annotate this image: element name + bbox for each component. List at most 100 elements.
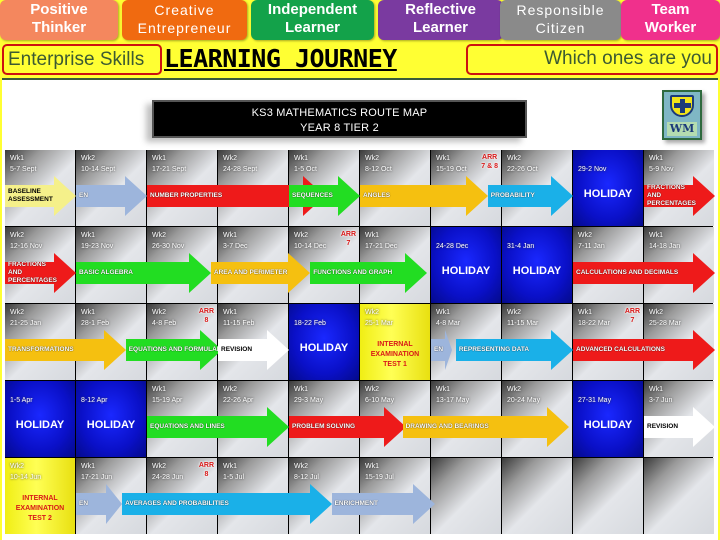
exam-cell: Wk2 10-14 Jun INTERNAL EXAMINATION TEST 2	[5, 458, 75, 534]
topic-label: AVERAGES AND PROBABILITIES	[125, 500, 229, 507]
week-label: Wk2 24-28 Sept	[223, 153, 257, 175]
week-number: Wk2	[507, 309, 521, 316]
week-number: Wk2	[223, 386, 237, 393]
arrow-head-icon	[693, 253, 715, 293]
week-dates: 12-16 Nov	[10, 243, 43, 250]
week-dates: 24-28 Sept	[223, 166, 258, 173]
skill-label-line1: Creative	[154, 2, 215, 18]
topic-label: PROBLEM SOLVING	[292, 423, 356, 430]
skill-positive-thinker: Positive Thinker	[0, 0, 118, 40]
topic-label: BASIC ALGEBRA	[79, 269, 133, 276]
topic-label: ANGLES	[363, 192, 391, 199]
week-number	[507, 461, 509, 472]
arrow-head-icon	[125, 176, 147, 216]
week-label: Wk1 5-9 Nov	[649, 153, 674, 175]
topic-label: REPRESENTING DATA	[458, 346, 530, 353]
week-dates: 20-24 May	[507, 397, 541, 404]
week-number: Wk1	[152, 155, 166, 162]
exam-label-line: TEST 2	[28, 515, 52, 522]
week-dates: 27-31 May	[578, 397, 612, 404]
week-number: Wk1	[436, 386, 450, 393]
exam-label-line: EXAMINATION	[370, 351, 420, 358]
week-number: Wk2	[81, 155, 95, 162]
topic-arrow-en: EN	[76, 176, 147, 216]
arrow-head-icon	[547, 407, 570, 447]
week-dates: 13-17 May	[436, 397, 470, 404]
arr-label: ARR	[198, 308, 214, 315]
holiday-cell: 24-28 Dec HOLIDAY	[431, 227, 501, 303]
week-number: Wk1	[81, 463, 95, 470]
week-label: 24-28 Dec	[436, 230, 468, 252]
exam-label-line: TEST 1	[383, 361, 407, 368]
holiday-label: HOLIDAY	[583, 188, 633, 200]
week-label: Wk2 10-14 Sept	[81, 153, 115, 175]
week-dates: 29-3 May	[294, 397, 324, 404]
topic-arrow-en: EN	[76, 484, 122, 524]
exam-label: INTERNAL EXAMINATION TEST 1	[360, 340, 430, 370]
week-number: Wk2	[507, 386, 521, 393]
week-label: Wk1 17-21 Sept	[152, 153, 186, 175]
arrow-head-icon	[693, 176, 715, 216]
week-number: Wk1	[223, 232, 237, 239]
route-map-grid: Wk1 5-7 Sept Wk2 10-14 Sept Wk1 17-21 Sept Wk2…	[5, 150, 715, 534]
week-label: Wk2 10-14 Jun	[10, 461, 41, 483]
exam-label-line: EXAMINATION	[15, 505, 65, 512]
week-number: Wk2	[223, 155, 237, 162]
week-dates: 22-26 Oct	[507, 166, 538, 173]
topic-label: EQUATIONS AND FORMULAE	[128, 346, 222, 353]
arrow-head-icon	[267, 330, 289, 370]
week-number	[649, 461, 651, 472]
week-label: Wk1 5-7 Sept	[10, 153, 36, 175]
holiday-cell: 18-22 Feb HOLIDAY	[289, 304, 359, 380]
exam-label: INTERNAL EXAMINATION TEST 2	[5, 494, 75, 524]
week-number: Wk1	[578, 309, 592, 316]
week-dates: 1-5 Apr	[10, 397, 33, 404]
topic-label: REVISION	[221, 346, 253, 353]
topic-arrow-sequences: SEQUENCES	[289, 176, 360, 216]
week-label: Wk1 4-8 Mar	[436, 307, 460, 329]
week-number: Wk2	[365, 309, 379, 316]
week-label: Wk2 22-26 Oct	[507, 153, 538, 175]
week-label: Wk2 22-26 Apr	[223, 384, 253, 406]
week-dates: 8-12 Jul	[294, 474, 319, 481]
week-label	[649, 461, 651, 472]
week-dates: 25-1 Mar	[365, 320, 394, 327]
topic-label: FRACTIONS AND PERCENTAGES	[8, 261, 57, 284]
week-number	[81, 384, 107, 395]
logo-initials: WM	[667, 122, 697, 136]
slide: Positive Thinker Creative Entrepreneur Indep…	[0, 0, 720, 540]
arrow-head-icon	[188, 253, 211, 293]
holiday-label: HOLIDAY	[86, 419, 136, 431]
arr-badge: ARR 7	[625, 307, 640, 325]
week-number	[436, 230, 468, 241]
week-number: Wk2	[10, 232, 24, 239]
week-label: Wk2 8-12 Jul	[294, 461, 319, 483]
skill-label-line2: Thinker	[31, 19, 87, 36]
topic-label: FRACTIONS AND PERCENTAGES	[647, 184, 696, 207]
skill-label-line1: Reflective	[405, 1, 476, 18]
topic-arrow-transformations: TRANSFORMATIONS	[5, 330, 126, 370]
week-dates: 25-28 Mar	[649, 320, 681, 327]
topic-arrow-equations-and-formulae: EQUATIONS AND FORMULAE	[125, 330, 222, 370]
skill-team-worker: Team Worker	[621, 0, 720, 40]
arrow-head-icon	[338, 176, 360, 216]
week-number	[578, 461, 580, 472]
week-number: Wk1	[81, 309, 95, 316]
arr-year: 7 & 8	[481, 163, 498, 170]
week-dates: 10-14 Sept	[81, 166, 116, 173]
arrow-head-icon	[54, 253, 76, 293]
arr-year: 8	[204, 471, 209, 478]
week-label: Wk2 11-15 Mar	[507, 307, 538, 329]
week-label: 8-12 Apr	[81, 384, 107, 406]
week-dates: 15-19 Oct	[436, 166, 467, 173]
week-dates: 19-23 Nov	[81, 243, 114, 250]
week-number: Wk1	[649, 232, 663, 239]
week-label: Wk1 29-3 May	[294, 384, 323, 406]
arrow-head-icon	[309, 484, 332, 524]
arrow-head-icon	[550, 176, 573, 216]
week-label: Wk2 25-28 Mar	[649, 307, 681, 329]
week-number	[294, 307, 326, 318]
week-dates: 1-5 Jul	[223, 474, 245, 481]
week-label: Wk1 1-5 Jul	[223, 461, 244, 483]
topic-label: NUMBER PROPERTIES	[150, 192, 223, 199]
